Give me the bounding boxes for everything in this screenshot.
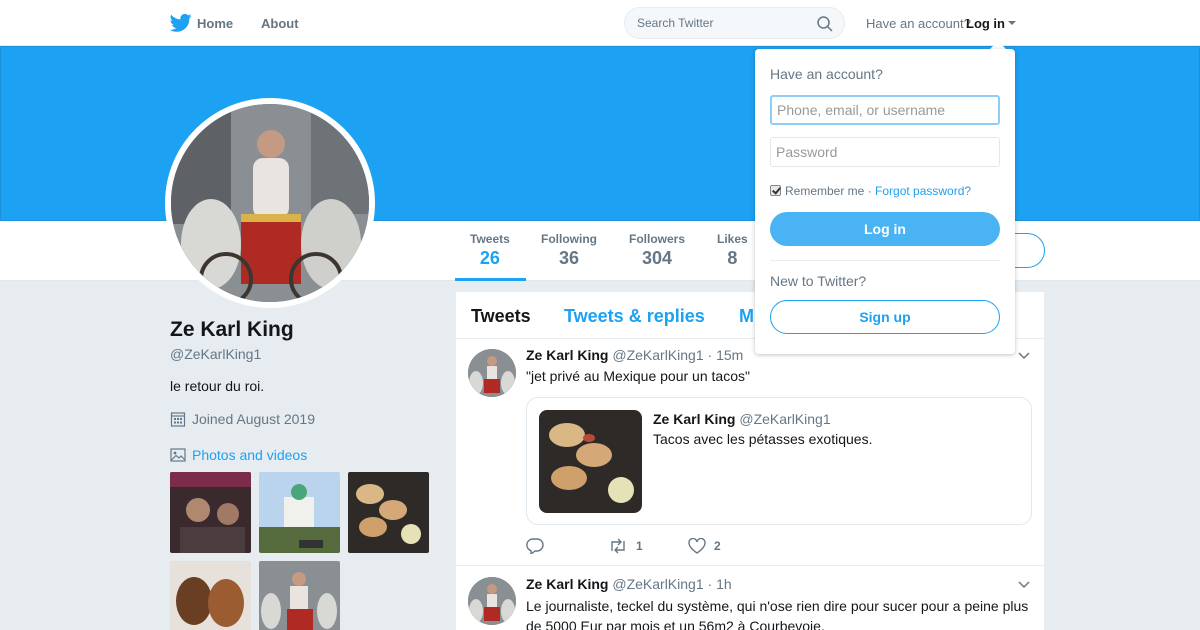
nav-about-link[interactable]: About (261, 16, 299, 31)
username-field[interactable] (770, 95, 1000, 125)
profile-name[interactable]: Ze Karl King (170, 318, 294, 342)
tweet-timestamp[interactable]: · 15m (708, 347, 744, 363)
tab-tweets[interactable]: Tweets (471, 306, 531, 327)
tweet-header: Ze Karl King @ZeKarlKing1 · 1h (526, 576, 732, 592)
stat-following-label: Following (541, 232, 597, 246)
stat-followers-value: 304 (641, 248, 673, 268)
tweet-author-name[interactable]: Ze Karl King (526, 576, 608, 592)
calendar-icon (170, 412, 186, 427)
chevron-down-icon[interactable] (1018, 581, 1030, 589)
remember-me-label[interactable]: Remember me (785, 184, 864, 198)
forgot-password-link[interactable]: Forgot password? (875, 184, 971, 198)
password-field[interactable] (770, 137, 1000, 167)
tweet-avatar[interactable] (468, 577, 516, 625)
remember-me-row: Remember me · Forgot password? (770, 184, 971, 198)
stat-followers[interactable]: Followers 304 (629, 232, 685, 269)
like-button[interactable]: 2 (688, 537, 721, 554)
stat-following[interactable]: Following 36 (541, 232, 597, 269)
profile-bio: le retour du roi. (170, 378, 265, 394)
profile-handle[interactable]: @ZeKarlKing1 (170, 346, 261, 362)
reply-button[interactable] (526, 538, 552, 556)
retweet-icon (611, 538, 625, 554)
photo-thumbnail[interactable] (259, 472, 340, 553)
search-input[interactable] (637, 16, 807, 30)
tweet-author-name[interactable]: Ze Karl King (526, 347, 608, 363)
quoted-tweet-header: Ze Karl King @ZeKarlKing1 (653, 411, 831, 427)
photo-icon (170, 448, 186, 462)
login-button[interactable]: Log in (770, 212, 1000, 246)
stat-tweets-value: 26 (479, 248, 500, 268)
quoted-author-handle: @ZeKarlKing1 (739, 411, 831, 427)
photo-thumbnail[interactable] (170, 561, 251, 630)
tweet-author-handle[interactable]: @ZeKarlKing1 (612, 347, 703, 363)
heart-icon (688, 537, 706, 554)
profile-avatar[interactable] (165, 98, 375, 308)
retweet-count: 1 (636, 539, 643, 553)
signup-button[interactable]: Sign up (770, 300, 1000, 334)
retweet-button[interactable]: 1 (608, 538, 643, 554)
reply-icon (526, 538, 544, 556)
photo-thumbnail[interactable] (170, 472, 251, 553)
top-navigation: Home About Have an account? Log in (0, 0, 1200, 46)
chevron-down-icon[interactable] (1018, 352, 1030, 360)
tweet-timestamp[interactable]: · 1h (708, 576, 732, 592)
photos-label: Photos and videos (192, 447, 308, 463)
dropdown-title: Have an account? (770, 66, 883, 82)
quoted-tweet-text: Tacos avec les pétasses exotiques. (653, 431, 873, 447)
tweet-text: Le journaliste, teckel du système, qui n… (526, 598, 1029, 630)
tab-media[interactable]: M (739, 306, 754, 327)
stat-tweets[interactable]: Tweets 26 (470, 232, 510, 269)
dropdown-divider (770, 260, 1000, 261)
nav-home-link[interactable]: Home (197, 16, 233, 31)
tweet-avatar[interactable] (468, 349, 516, 397)
remember-separator: · (864, 184, 876, 198)
stat-likes[interactable]: Likes 8 (717, 232, 748, 269)
tweet-author-handle[interactable]: @ZeKarlKing1 (612, 576, 703, 592)
search-box (624, 7, 845, 39)
photo-thumbnail[interactable] (259, 561, 340, 630)
quoted-tweet-image[interactable] (539, 410, 642, 513)
photo-thumbnail[interactable] (348, 472, 429, 553)
remember-me-checkbox[interactable] (770, 185, 781, 196)
like-count: 2 (714, 539, 721, 553)
dropdown-arrow (990, 41, 1006, 49)
stat-likes-label: Likes (717, 232, 748, 246)
tab-tweets-and-replies[interactable]: Tweets & replies (564, 306, 705, 327)
stat-tweets-label: Tweets (470, 232, 510, 246)
stat-likes-value: 8 (727, 248, 738, 268)
login-link[interactable]: Log in (966, 16, 1005, 31)
tweet[interactable]: Ze Karl King @ZeKarlKing1 · 1h Le journa… (456, 566, 1044, 630)
quoted-tweet[interactable]: Ze Karl King @ZeKarlKing1 Tacos avec les… (526, 397, 1032, 525)
photos-and-videos-link[interactable]: Photos and videos (170, 447, 307, 463)
new-to-twitter-text: New to Twitter? (770, 273, 867, 289)
avatar-image (171, 104, 369, 302)
twitter-bird-icon[interactable] (170, 13, 192, 33)
search-icon[interactable] (817, 16, 833, 32)
active-stat-underline (455, 278, 526, 281)
joined-text: Joined August 2019 (192, 411, 315, 427)
tweet-text: "jet privé au Mexique pour un tacos" (526, 368, 750, 384)
stat-followers-label: Followers (629, 232, 686, 246)
caret-down-icon[interactable] (1008, 21, 1016, 25)
quoted-author-name: Ze Karl King (653, 411, 736, 427)
login-dropdown: Have an account? Remember me · Forgot pa… (755, 49, 1015, 354)
tweet[interactable]: Ze Karl King @ZeKarlKing1 · 15m "jet pri… (456, 339, 1044, 566)
joined-date: Joined August 2019 (170, 411, 315, 427)
have-account-text: Have an account? (866, 16, 971, 31)
stat-following-value: 36 (558, 248, 580, 268)
tweet-header: Ze Karl King @ZeKarlKing1 · 15m (526, 347, 743, 363)
